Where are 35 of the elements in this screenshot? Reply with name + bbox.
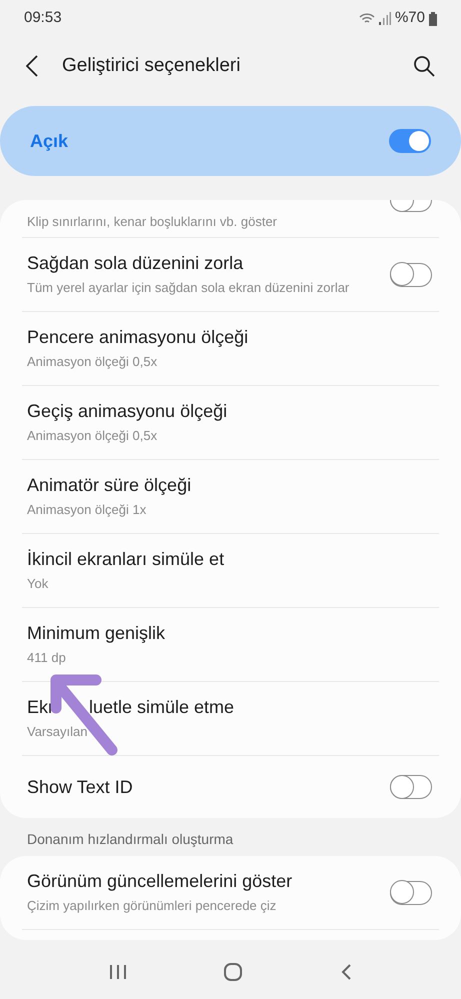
- back-nav-button[interactable]: [339, 963, 354, 981]
- setting-description: Çizim yapılırken görünümleri pencerede çiz: [27, 896, 278, 915]
- setting-title[interactable]: İkincil ekranları simüle et: [27, 548, 224, 570]
- setting-description: Varsayılan: [27, 722, 88, 741]
- setting-title[interactable]: Animatör süre ölçeği: [27, 474, 192, 496]
- toggle-switch[interactable]: [390, 775, 432, 799]
- signal-icon: [378, 12, 391, 25]
- section-header: Donanım hızlandırmalı oluşturma: [27, 830, 234, 849]
- setting-title[interactable]: Görünüm güncellemelerini göster: [27, 870, 292, 892]
- setting-title[interactable]: luetle simüle etme: [89, 696, 234, 718]
- setting-description: Animasyon ölçeği 0,5x: [27, 352, 158, 371]
- setting-description: Tüm yerel ayarlar için sağdan sola ekran düzenini zorlar: [27, 278, 350, 297]
- master-switch-label: Açık: [30, 130, 68, 153]
- toggle-switch[interactable]: [390, 880, 432, 904]
- setting-title[interactable]: Minimum genişlik: [27, 622, 166, 644]
- toggle-switch[interactable]: [390, 262, 432, 286]
- setting-description: Klip sınırlarını, kenar boşluklarını vb. göster: [27, 212, 278, 231]
- setting-title[interactable]: Sağdan sola düzenini zorla: [27, 252, 350, 274]
- toggle-switch[interactable]: [389, 129, 431, 153]
- setting-description: Yok: [27, 574, 50, 592]
- page-title: Geliştirici seçenekleri: [62, 54, 240, 78]
- setting-title[interactable]: Geçiş animasyonu ölçeği: [27, 400, 228, 422]
- setting-description: 411 dp: [27, 648, 67, 667]
- home-button[interactable]: [223, 963, 244, 981]
- recent-apps-button[interactable]: [108, 963, 128, 981]
- status-time: 09:53: [24, 8, 62, 28]
- search-button[interactable]: [413, 55, 435, 77]
- setting-title[interactable]: Show Text ID: [27, 776, 133, 798]
- setting-title[interactable]: Ekr: [27, 696, 54, 718]
- setting-description: Animasyon ölçeği 0,5x: [27, 426, 158, 445]
- battery-icon: [429, 12, 437, 26]
- battery-percent: %70: [394, 8, 425, 28]
- setting-title[interactable]: Pencere animasyonu ölçeği: [27, 326, 248, 348]
- wifi-icon: [358, 12, 375, 25]
- setting-description: Animasyon ölçeği 1x: [27, 500, 148, 519]
